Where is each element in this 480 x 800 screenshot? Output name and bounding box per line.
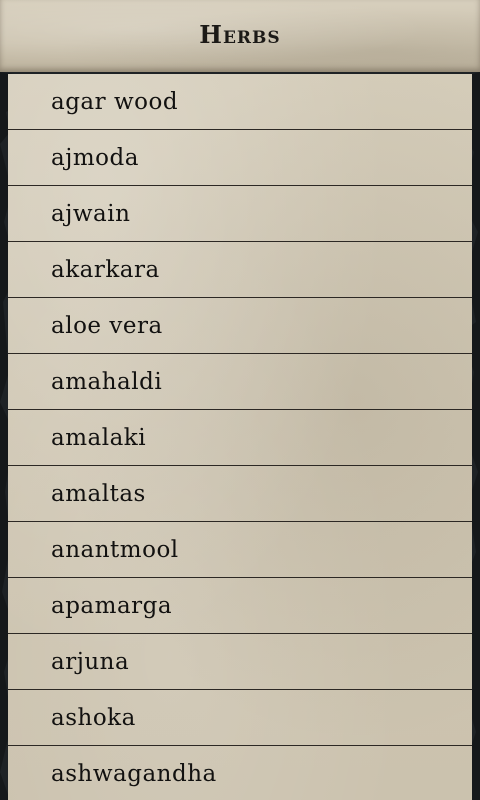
herb-label: amalaki [51,424,147,451]
list-item[interactable]: agar wood [8,74,472,130]
list-item[interactable]: amahaldi [8,354,472,410]
herb-label: amaltas [51,480,146,507]
herb-label: akarkara [51,256,160,283]
herb-label: anantmool [51,536,179,563]
herb-label: agar wood [51,88,179,115]
herb-label: ashwagandha [51,760,217,787]
page-title: Herbs [199,20,281,49]
herb-label: ajmoda [51,144,139,171]
list-item[interactable]: ashoka [8,690,472,746]
list-item[interactable]: akarkara [8,242,472,298]
list-item[interactable]: ajwain [8,186,472,242]
herb-label: arjuna [51,648,130,675]
list-item[interactable]: ajmoda [8,130,472,186]
list-item[interactable]: aloe vera [8,298,472,354]
header-bar: Herbs [0,0,480,72]
app-screen: Herbs agar wood ajmoda ajwain akarkara a… [0,0,480,800]
list-item[interactable]: ashwagandha [8,746,472,800]
herb-label: ashoka [51,704,136,731]
herb-label: amahaldi [51,368,163,395]
list-item[interactable]: arjuna [8,634,472,690]
herb-label: apamarga [51,592,173,619]
herb-label: aloe vera [51,312,163,339]
list-item[interactable]: apamarga [8,578,472,634]
list-item[interactable]: amaltas [8,466,472,522]
list-item[interactable]: anantmool [8,522,472,578]
herb-label: ajwain [51,200,131,227]
herb-list: agar wood ajmoda ajwain akarkara aloe ve… [8,74,472,800]
list-item[interactable]: amalaki [8,410,472,466]
